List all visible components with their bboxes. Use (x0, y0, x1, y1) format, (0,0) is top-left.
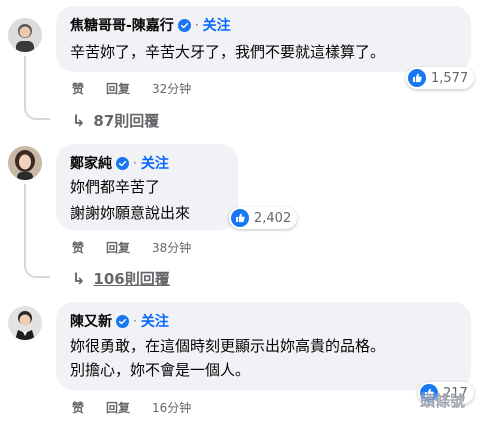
reply-button[interactable]: 回复 (106, 399, 130, 416)
comment-text: 妳們都辛苦了 (70, 178, 161, 196)
verified-badge-icon (116, 314, 129, 328)
thread-connector (24, 104, 50, 120)
replies-count: 87則回覆 (93, 111, 160, 130)
comment-timestamp[interactable]: 38分钟 (152, 239, 191, 256)
thread-line (24, 56, 26, 108)
comment-text: 辛苦妳了，辛苦大牙了，我們不要就這樣算了。 (70, 43, 386, 61)
avatar-image (8, 18, 42, 52)
reaction-count: 2,402 (254, 210, 292, 226)
comment-bubble: 焦糖哥哥-陳嘉行 · 关注 辛苦妳了，辛苦大牙了，我們不要就這樣算了。 (56, 6, 471, 72)
like-reaction-icon (231, 209, 249, 227)
author-name[interactable]: 陳又新 (70, 311, 112, 331)
reaction-summary[interactable]: 1,577 (406, 67, 475, 89)
avatar-image (8, 146, 42, 180)
avatar[interactable] (8, 18, 42, 52)
avatar-image (8, 306, 42, 340)
author-row: 焦糖哥哥-陳嘉行 · 关注 (70, 16, 231, 34)
avatar[interactable] (8, 306, 42, 340)
follow-button[interactable]: 关注 (141, 153, 169, 173)
author-row: 鄭家純 · 关注 (70, 154, 169, 172)
view-replies-link[interactable]: ↳ 87則回覆 (72, 110, 159, 130)
separator-dot: · (133, 314, 137, 328)
like-button[interactable]: 赞 (72, 399, 84, 416)
reaction-count: 1,577 (431, 70, 469, 86)
verified-badge-icon (116, 156, 129, 170)
comment-timestamp[interactable]: 16分钟 (152, 399, 191, 416)
comment-text: 謝謝妳願意說出來 (70, 204, 191, 222)
comment-text: 妳很勇敢，在這個時刻更顯示出妳高貴的品格。 (70, 337, 386, 355)
like-button[interactable]: 赞 (72, 239, 84, 256)
reply-button[interactable]: 回复 (106, 80, 130, 97)
comment-actions: 赞 回复 16分钟 (72, 399, 191, 415)
comment-text: 別擔心，妳不會是一個人。 (70, 361, 251, 379)
comment-timestamp[interactable]: 32分钟 (152, 80, 191, 97)
avatar[interactable] (8, 146, 42, 180)
reply-arrow-icon: ↳ (72, 110, 86, 130)
like-button[interactable]: 赞 (72, 80, 84, 97)
reply-button[interactable]: 回复 (106, 239, 130, 256)
reaction-summary[interactable]: 2,402 (229, 207, 298, 229)
comment-bubble: 鄭家純 · 关注 妳們都辛苦了 謝謝妳願意說出來 (56, 144, 238, 230)
thread-line (24, 184, 26, 266)
follow-button[interactable]: 关注 (141, 311, 169, 331)
reply-arrow-icon: ↳ (72, 268, 86, 288)
like-reaction-icon (408, 69, 426, 87)
thread-connector (24, 262, 50, 278)
view-replies-link[interactable]: ↳ 106則回覆 (72, 268, 170, 288)
author-name[interactable]: 鄭家純 (70, 153, 112, 173)
watermark: 頭條號 (420, 392, 466, 410)
comment-actions: 赞 回复 32分钟 (72, 80, 191, 96)
replies-count: 106則回覆 (93, 269, 170, 288)
follow-button[interactable]: 关注 (203, 15, 231, 35)
comment-actions: 赞 回复 38分钟 (72, 239, 191, 255)
separator-dot: · (194, 18, 199, 32)
author-row: 陳又新 · 关注 (70, 312, 169, 330)
author-name[interactable]: 焦糖哥哥-陳嘉行 (70, 15, 174, 35)
verified-badge-icon (177, 18, 191, 32)
comment-bubble: 陳又新 · 关注 妳很勇敢，在這個時刻更顯示出妳高貴的品格。 別擔心，妳不會是一… (56, 302, 471, 390)
separator-dot: · (133, 156, 137, 170)
